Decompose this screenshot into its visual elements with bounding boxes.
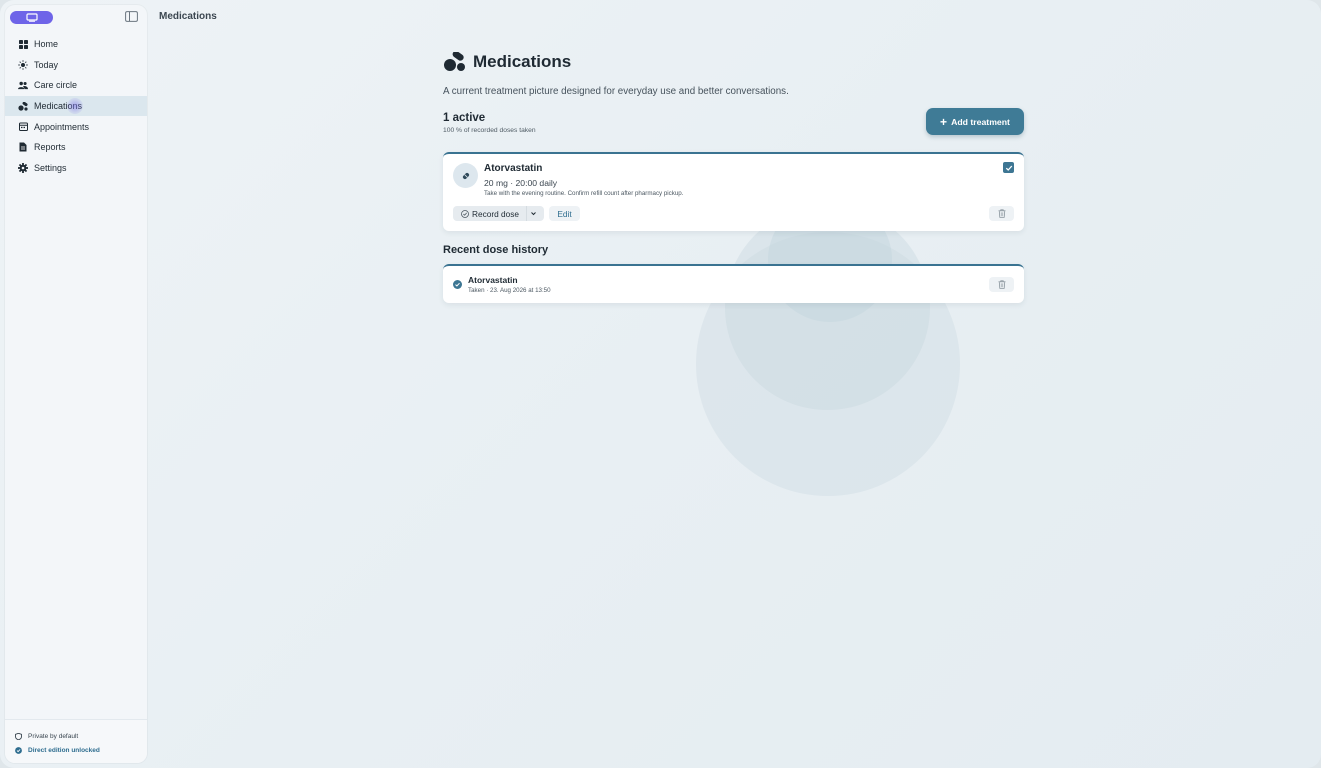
trash-icon xyxy=(998,209,1005,218)
check-circle-icon xyxy=(15,746,22,754)
sidebar-toggle-icon[interactable] xyxy=(125,11,138,22)
history-item-meta: Taken · 23. Aug 2026 at 13:50 xyxy=(468,287,551,294)
pills-icon xyxy=(444,52,465,71)
history-item-name: Atorvastatin xyxy=(468,275,518,285)
checkmark-icon xyxy=(1005,165,1012,171)
mouse-cursor-highlight xyxy=(67,97,83,114)
medication-card: Atorvastatin 20 mg · 20:00 daily Take wi… xyxy=(443,152,1024,231)
page-title: Medications xyxy=(473,52,572,71)
add-treatment-button[interactable]: + Add treatment xyxy=(926,108,1024,135)
medication-dose: 20 mg · 20:00 daily xyxy=(484,178,558,188)
chevron-down-icon[interactable] xyxy=(529,209,538,218)
pills-icon xyxy=(18,101,28,111)
sidebar-item-appointments[interactable]: Appointments xyxy=(5,116,147,137)
medication-note: Take with the evening routine. Confirm r… xyxy=(484,190,684,197)
sidebar-item-label: Settings xyxy=(34,162,67,173)
sidebar-item-label: Appointments xyxy=(34,121,90,132)
sidebar-item-label: Reports xyxy=(34,142,66,153)
page-header-title: Medications xyxy=(159,11,217,22)
delete-history-button[interactable] xyxy=(989,277,1014,292)
button-divider xyxy=(526,206,527,221)
history-card: Atorvastatin Taken · 23. Aug 2026 at 13:… xyxy=(443,264,1024,303)
plus-icon: + xyxy=(940,114,948,129)
edition-status: Direct edition unlocked xyxy=(15,743,147,757)
home-grid-icon xyxy=(18,39,28,49)
sidebar-footer: Private by default Direct edition unlock… xyxy=(5,719,147,763)
sidebar-item-medications[interactable]: Medications xyxy=(5,95,147,117)
app-window: Home Today Care circle Medications Appoi… xyxy=(0,0,1321,768)
sidebar-item-today[interactable]: Today xyxy=(5,55,147,76)
delete-medication-button[interactable] xyxy=(989,206,1014,221)
record-dose-label: Record dose xyxy=(472,208,520,219)
privacy-label: Private by default xyxy=(28,732,79,740)
pill-icon xyxy=(453,163,478,188)
edit-button[interactable]: Edit xyxy=(549,206,580,221)
add-treatment-label: Add treatment xyxy=(951,116,1010,127)
sidebar-item-home[interactable]: Home xyxy=(5,34,147,55)
edition-label: Direct edition unlocked xyxy=(28,746,100,754)
check-circle-icon xyxy=(453,280,462,289)
main-content: Medications A current treatment picture … xyxy=(443,50,1024,303)
trash-icon xyxy=(998,280,1005,289)
sidebar-item-label: Care circle xyxy=(34,80,78,91)
calendar-icon xyxy=(18,122,28,132)
sidebar-item-reports[interactable]: Reports xyxy=(5,137,147,158)
sidebar: Home Today Care circle Medications Appoi… xyxy=(5,5,147,763)
history-section-title: Recent dose history xyxy=(443,244,549,256)
summary-row: 1 active 100 % of recorded doses taken +… xyxy=(443,108,1024,142)
sun-icon xyxy=(18,60,28,70)
sidebar-item-label: Home xyxy=(34,39,59,50)
gear-icon xyxy=(18,162,28,173)
sidebar-item-care-circle[interactable]: Care circle xyxy=(5,75,147,96)
title-row: Medications xyxy=(443,50,1024,74)
app-logo[interactable] xyxy=(10,11,53,24)
sidebar-item-settings[interactable]: Settings xyxy=(5,158,147,179)
sidebar-nav: Home Today Care circle Medications Appoi… xyxy=(5,34,147,178)
privacy-status: Private by default xyxy=(15,729,147,743)
active-checkbox[interactable] xyxy=(1003,162,1014,173)
record-dose-button[interactable]: Record dose xyxy=(453,206,544,221)
page-subtitle: A current treatment picture designed for… xyxy=(443,86,789,97)
shield-icon xyxy=(15,732,22,740)
medication-name: Atorvastatin xyxy=(484,163,543,174)
check-circle-icon xyxy=(461,209,469,218)
document-icon xyxy=(18,142,28,152)
sidebar-item-label: Today xyxy=(34,59,59,70)
logo-icon xyxy=(25,13,38,22)
people-icon xyxy=(18,80,28,90)
